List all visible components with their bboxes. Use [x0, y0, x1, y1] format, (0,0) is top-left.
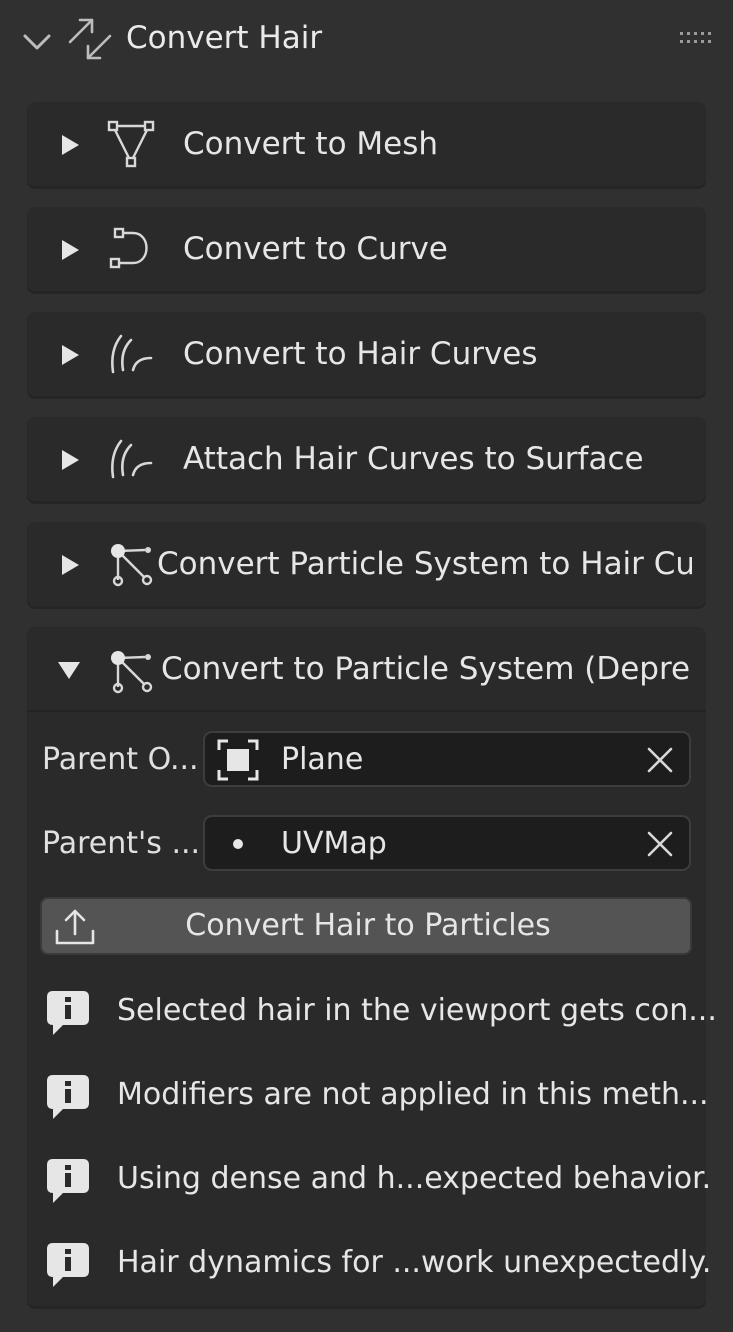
- subpanel-convert-to-particle-system: Convert to Particle System (Depre... Par…: [27, 627, 717, 1306]
- info-icon: [47, 991, 89, 1035]
- subpanel-attach-hair-curves[interactable]: Attach Hair Curves to Surface: [27, 417, 706, 501]
- subpanel-convert-particle-system[interactable]: Convert Particle System to Hair Cu...: [27, 522, 706, 606]
- convert-arrows-icon: [68, 18, 112, 60]
- info-icon: [47, 1243, 89, 1287]
- info-icon: [47, 1075, 89, 1119]
- subpanel-header[interactable]: Convert to Particle System (Depre...: [27, 627, 706, 712]
- info-icon: [47, 1159, 89, 1203]
- subpanel-label: Convert Particle System to Hair Cu...: [157, 546, 692, 582]
- info-row: Hair dynamics for ...work unexpectedly.: [45, 1239, 711, 1299]
- convert-hair-to-particles-button[interactable]: Convert Hair to Particles: [40, 897, 692, 955]
- subpanel-label: Convert to Mesh: [183, 126, 439, 162]
- subpanel-label: Convert to Curve: [183, 231, 448, 267]
- object-icon: [217, 739, 259, 781]
- button-label: Convert Hair to Particles: [185, 908, 551, 943]
- expand-triangle-icon[interactable]: [59, 239, 81, 261]
- parent-object-value: Plane: [281, 742, 364, 777]
- subpanel-label: Attach Hair Curves to Surface: [183, 441, 644, 477]
- dot-icon: [233, 839, 243, 849]
- panel-header[interactable]: Convert Hair: [0, 0, 733, 80]
- hair-curves-icon: [110, 334, 153, 374]
- info-row: Modifiers are not applied in this meth..…: [45, 1071, 709, 1131]
- subpanel-convert-to-curve[interactable]: Convert to Curve: [27, 207, 706, 291]
- close-icon[interactable]: [645, 829, 675, 859]
- parent-uv-label: Parent's ...: [42, 826, 201, 861]
- collapse-triangle-icon[interactable]: [57, 659, 81, 681]
- info-text: Using dense and h...expected behavior.: [117, 1161, 712, 1196]
- particles-icon: [111, 544, 153, 587]
- subpanel-convert-to-hair-curves[interactable]: Convert to Hair Curves: [27, 312, 706, 396]
- panel-title: Convert Hair: [126, 20, 323, 56]
- info-row: Using dense and h...expected behavior.: [45, 1155, 711, 1215]
- particles-icon: [111, 651, 153, 694]
- subpanel-label: Convert to Particle System (Depre...: [161, 651, 691, 687]
- expand-triangle-icon[interactable]: [59, 344, 81, 366]
- hair-curves-icon: [110, 439, 153, 479]
- info-text: Selected hair in the viewport gets con..…: [117, 993, 717, 1028]
- info-text: Modifiers are not applied in this meth..…: [117, 1077, 709, 1112]
- info-row: Selected hair in the viewport gets con..…: [45, 987, 717, 1047]
- parent-object-field[interactable]: Plane: [203, 731, 691, 787]
- close-icon[interactable]: [645, 745, 675, 775]
- subpanel-convert-to-mesh[interactable]: Convert to Mesh: [27, 102, 706, 186]
- parent-uv-value: UVMap: [281, 826, 387, 861]
- expand-triangle-icon[interactable]: [59, 449, 81, 471]
- convert-hair-panel: Convert Hair Convert to Mesh Convert to …: [0, 0, 733, 1332]
- expand-triangle-icon[interactable]: [59, 134, 81, 156]
- expand-triangle-icon[interactable]: [59, 554, 81, 576]
- mesh-icon: [107, 120, 155, 168]
- chevron-down-icon[interactable]: [22, 26, 52, 56]
- info-text: Hair dynamics for ...work unexpectedly.: [117, 1245, 712, 1280]
- parent-object-label: Parent O...: [42, 742, 199, 777]
- curve-icon: [109, 227, 148, 269]
- subpanel-label: Convert to Hair Curves: [183, 336, 538, 372]
- parent-uv-field[interactable]: UVMap: [203, 815, 691, 871]
- drag-grip-icon[interactable]: [679, 31, 711, 45]
